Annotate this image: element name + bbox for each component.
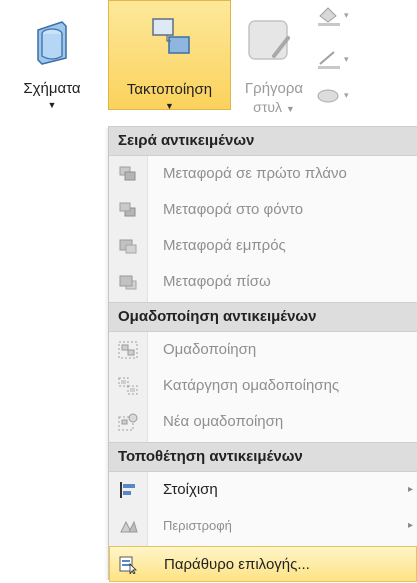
arrange-dropdown-menu: Σειρά αντικειμένων Μεταφορά σε πρώτο πλά… — [108, 126, 417, 582]
menu-item-align[interactable]: Στοίχιση ▸ — [109, 472, 417, 508]
shapes-button[interactable]: Σχήματα ▼ — [2, 0, 102, 130]
format-buttons: ▾ ▾ ▾ — [317, 0, 417, 110]
menu-item-bring-to-front[interactable]: Μεταφορά σε πρώτο πλάνο — [109, 156, 417, 192]
section-header-positioning: Τοποθέτηση αντικειμένων — [109, 442, 417, 472]
quick-styles-label-1: Γρήγορα — [244, 80, 304, 97]
svg-text:▾: ▾ — [344, 11, 349, 21]
menu-item-label: Ομαδοποίηση — [163, 341, 257, 358]
bring-forward-icon — [119, 239, 137, 254]
line-color-icon[interactable]: ▾ — [314, 48, 354, 70]
menu-item-label: Κατάργηση ομαδοποίησης — [163, 377, 340, 394]
menu-item-ungroup[interactable]: Κατάργηση ομαδοποίησης — [109, 368, 417, 404]
align-icon — [120, 482, 135, 498]
menu-item-send-to-back[interactable]: Μεταφορά στο φόντο — [109, 192, 417, 228]
quick-styles-label-2: στυλ ▼ — [253, 99, 295, 115]
menu-item-group[interactable]: Ομαδοποίηση — [109, 332, 417, 368]
send-backward-icon — [119, 275, 137, 290]
menu-item-label: Μεταφορά σε πρώτο πλάνο — [163, 165, 347, 182]
fill-color-icon[interactable]: ▾ — [314, 4, 354, 26]
menu-item-send-backward[interactable]: Μεταφορά πίσω — [109, 264, 417, 300]
chevron-down-icon: ▼ — [47, 100, 57, 110]
menu-item-label: Στοίχιση — [163, 481, 218, 498]
menu-item-bring-forward[interactable]: Μεταφορά εμπρός — [109, 228, 417, 264]
menu-item-label: Μεταφορά εμπρός — [163, 237, 286, 254]
menu-item-rotate[interactable]: Περιστροφή ▸ — [109, 508, 417, 544]
rotate-icon — [120, 520, 138, 533]
send-to-back-icon — [119, 202, 136, 217]
selection-pane-icon — [119, 556, 137, 574]
group-icon — [118, 341, 138, 359]
svg-text:▾: ▾ — [344, 55, 349, 65]
section-header-grouping: Ομαδοποίηση αντικειμένων — [109, 302, 417, 332]
menu-item-regroup[interactable]: Νέα ομαδοποίηση — [109, 404, 417, 440]
submenu-arrow-icon: ▸ — [407, 484, 413, 495]
regroup-icon — [118, 413, 138, 431]
quick-styles-button[interactable]: Γρήγορα στυλ ▼ — [232, 0, 316, 130]
menu-item-label: Μεταφορά πίσω — [163, 273, 271, 290]
submenu-arrow-icon: ▸ — [407, 520, 413, 531]
arrange-label: Τακτοποίηση — [126, 81, 213, 98]
ribbon-group-drawing: Σχήματα ▼ Τακτοποίηση ▼ Γρήγορα στυλ ▼ ▾ — [0, 0, 417, 140]
arrange-button[interactable]: Τακτοποίηση ▼ — [108, 0, 231, 111]
arrange-icon — [152, 18, 190, 54]
quick-styles-icon — [248, 20, 290, 60]
menu-item-selection-pane[interactable]: Παράθυρο επιλογής... — [109, 546, 417, 582]
section-header-order: Σειρά αντικειμένων — [109, 126, 417, 156]
svg-text:▾: ▾ — [344, 91, 349, 101]
chevron-down-icon: ▼ — [165, 101, 174, 111]
shapes-icon — [37, 21, 67, 65]
ungroup-icon — [118, 377, 138, 395]
menu-item-label: Μεταφορά στο φόντο — [163, 201, 304, 218]
menu-item-label: Παράθυρο επιλογής... — [164, 556, 310, 573]
shapes-label: Σχήματα — [23, 80, 81, 97]
bring-to-front-icon — [119, 166, 136, 181]
menu-item-label: Νέα ομαδοποίηση — [163, 413, 284, 430]
shape-effects-icon[interactable]: ▾ — [314, 84, 354, 106]
menu-item-label: Περιστροφή — [163, 518, 232, 533]
